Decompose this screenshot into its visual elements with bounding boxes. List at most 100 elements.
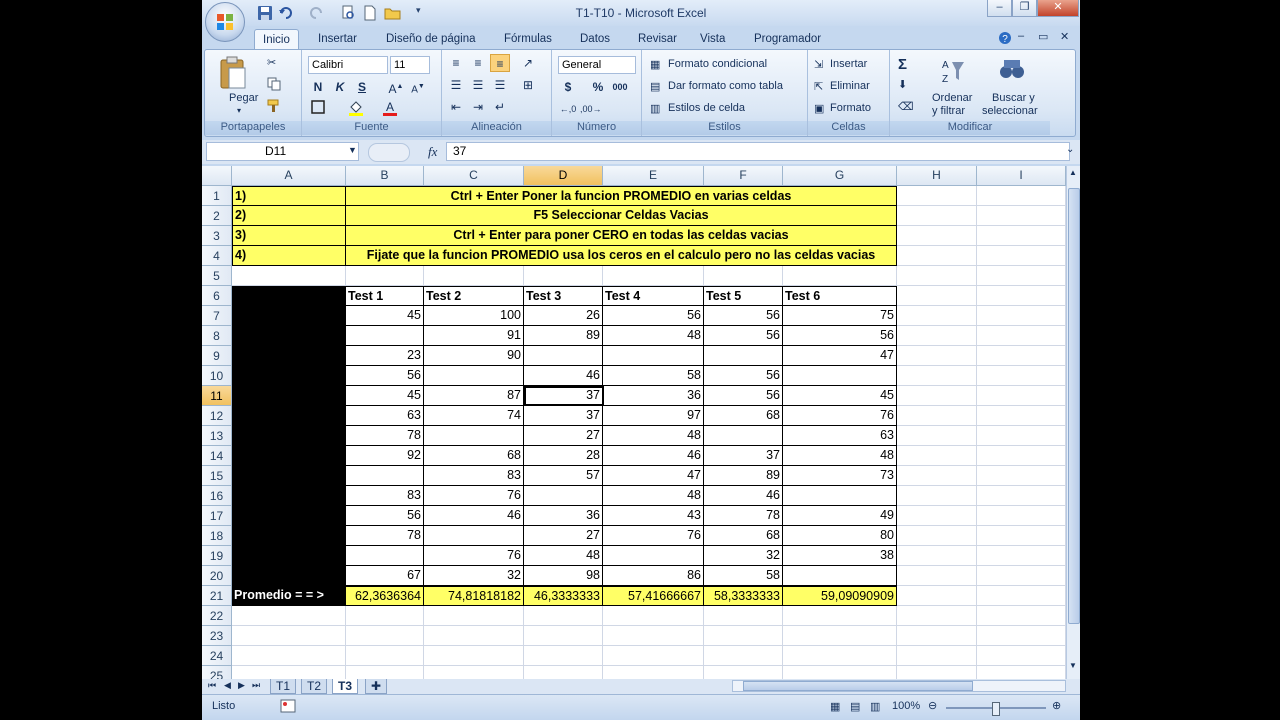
empty-cell[interactable] — [977, 306, 1066, 326]
italic-icon[interactable]: K — [330, 78, 350, 96]
page-layout-view-icon[interactable]: ▤ — [850, 700, 860, 713]
active-cell-border[interactable] — [524, 386, 604, 406]
table-cell[interactable]: 46 — [603, 446, 704, 466]
table-cell[interactable]: 49 — [783, 506, 897, 526]
align-middle-icon[interactable]: ≡ — [468, 54, 488, 72]
empty-cell[interactable] — [977, 666, 1066, 679]
empty-cell[interactable] — [897, 406, 977, 426]
wrap-text-icon[interactable]: ↵ — [490, 98, 510, 116]
table-cell[interactable]: 68 — [704, 406, 783, 426]
font-color-icon[interactable]: A — [380, 100, 400, 118]
table-cell[interactable]: 68 — [704, 526, 783, 546]
zoom-in-icon[interactable]: ⊕ — [1052, 699, 1061, 712]
empty-cell[interactable] — [897, 246, 977, 266]
table-cell[interactable]: 56 — [783, 326, 897, 346]
delete-cells-button[interactable]: Eliminar — [830, 80, 870, 92]
scroll-thumb[interactable] — [1068, 188, 1080, 624]
empty-cell[interactable] — [897, 486, 977, 506]
find-select-icon[interactable] — [998, 56, 1026, 87]
worksheet-grid[interactable]: ABCDEFGHI 1 2 3 4 5 6 7 8 9 10 11 12 13 14 15 16 17 18 19 2… — [202, 166, 1080, 679]
table-cell[interactable]: 48 — [524, 546, 603, 566]
empty-cell[interactable] — [977, 186, 1066, 206]
horizontal-scrollbar[interactable] — [732, 680, 1066, 692]
table-cell[interactable]: 48 — [783, 446, 897, 466]
table-cell[interactable]: 46 — [524, 366, 603, 386]
delete-cells-icon[interactable]: ⇱ — [814, 80, 823, 93]
cell-styles-icon[interactable]: ▥ — [650, 102, 660, 115]
align-center-icon[interactable]: ☰ — [468, 76, 488, 94]
cut-icon[interactable]: ✂ — [267, 56, 276, 69]
empty-cell[interactable] — [232, 666, 346, 679]
empty-cell[interactable] — [977, 366, 1066, 386]
row-header[interactable]: 16 — [202, 486, 232, 506]
last-sheet-icon[interactable]: ⏭ — [252, 680, 260, 691]
autosum-icon[interactable]: Σ — [898, 56, 907, 73]
empty-cell[interactable] — [977, 346, 1066, 366]
empty-cell[interactable] — [704, 626, 783, 646]
empty-cell[interactable] — [603, 266, 704, 286]
empty-cell[interactable] — [977, 486, 1066, 506]
empty-cell[interactable] — [704, 606, 783, 626]
empty-cell[interactable] — [977, 566, 1066, 586]
paste-button-label[interactable]: Pegar — [229, 92, 258, 104]
table-cell[interactable]: 100 — [424, 306, 524, 326]
clear-icon[interactable]: ⌫ — [898, 100, 914, 113]
empty-cell[interactable] — [897, 206, 977, 226]
empty-cell[interactable] — [897, 466, 977, 486]
table-cell[interactable] — [424, 426, 524, 446]
formula-expander[interactable] — [368, 143, 410, 162]
empty-cell[interactable] — [977, 266, 1066, 286]
table-cell[interactable]: 45 — [346, 306, 424, 326]
promedio-value[interactable]: 74,81818182 — [424, 586, 524, 606]
empty-cell[interactable] — [897, 646, 977, 666]
table-cell[interactable]: 89 — [704, 466, 783, 486]
row-header[interactable]: 6 — [202, 286, 232, 306]
table-cell[interactable]: 89 — [524, 326, 603, 346]
empty-cell[interactable] — [897, 666, 977, 679]
conditional-format-button[interactable]: Formato condicional — [668, 58, 767, 70]
tab-diseno-de-pagina[interactable]: Diseño de página — [378, 29, 484, 49]
insert-cells-button[interactable]: Insertar — [830, 58, 867, 70]
table-cell[interactable] — [424, 366, 524, 386]
select-all-corner[interactable] — [202, 166, 232, 186]
table-cell[interactable]: 23 — [346, 346, 424, 366]
table-cell[interactable]: 78 — [346, 526, 424, 546]
format-cells-icon[interactable]: ▣ — [814, 102, 824, 115]
row-header[interactable]: 7 — [202, 306, 232, 326]
office-button[interactable] — [205, 2, 245, 42]
align-left-icon[interactable]: ☰ — [446, 76, 466, 94]
table-cell[interactable]: 48 — [603, 486, 704, 506]
paste-icon[interactable] — [219, 56, 247, 93]
column-header[interactable]: A — [232, 166, 346, 186]
table-cell[interactable]: 83 — [424, 466, 524, 486]
sheet-tab-t3[interactable]: T3 — [332, 679, 359, 694]
empty-cell[interactable] — [346, 666, 424, 679]
empty-cell[interactable] — [977, 206, 1066, 226]
empty-cell[interactable] — [897, 446, 977, 466]
font-name-select[interactable]: Calibri — [308, 56, 388, 74]
fill-color-icon[interactable] — [346, 100, 366, 118]
empty-cell[interactable] — [897, 566, 977, 586]
empty-cell[interactable] — [897, 526, 977, 546]
expand-formula-bar-icon[interactable]: ⌄ — [1066, 144, 1074, 155]
page-break-view-icon[interactable]: ▥ — [870, 700, 880, 713]
table-cell[interactable]: 78 — [346, 426, 424, 446]
table-cell[interactable]: 75 — [783, 306, 897, 326]
empty-cell[interactable] — [232, 606, 346, 626]
table-cell[interactable]: 57 — [524, 466, 603, 486]
table-cell[interactable]: 48 — [603, 426, 704, 446]
row-header[interactable]: 15 — [202, 466, 232, 486]
empty-cell[interactable] — [897, 266, 977, 286]
table-cell[interactable]: 46 — [704, 486, 783, 506]
close-button[interactable]: ✕ — [1037, 0, 1079, 17]
table-cell[interactable]: 58 — [603, 366, 704, 386]
table-cell[interactable]: 76 — [424, 546, 524, 566]
name-box[interactable]: D11 — [206, 142, 359, 161]
conditional-format-icon[interactable]: ▦ — [650, 58, 660, 71]
tab-datos[interactable]: Datos — [572, 29, 618, 49]
font-size-select[interactable]: 11 — [390, 56, 430, 74]
table-cell[interactable]: 32 — [424, 566, 524, 586]
table-cell[interactable] — [524, 346, 603, 366]
insert-cells-icon[interactable]: ⇲ — [814, 58, 823, 71]
orientation-icon[interactable]: ↗ — [518, 54, 538, 72]
